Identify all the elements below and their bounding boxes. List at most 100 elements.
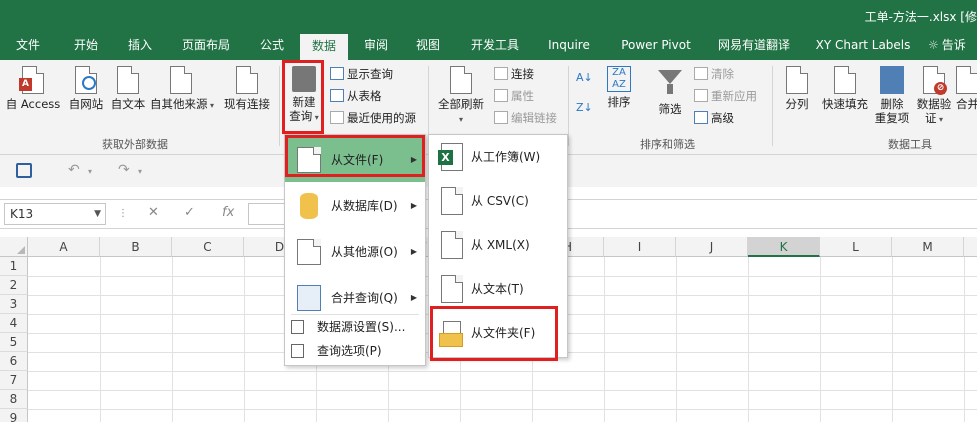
text-to-columns-button[interactable]: 分列 [780,66,814,111]
connections-button[interactable]: 连接 [494,67,534,81]
undo-icon[interactable]: ↶ [68,162,80,178]
from-web-label: 自网站 [68,97,104,111]
menu-from-csv[interactable]: 从 CSV(C) [429,179,567,223]
column-header-partial[interactable] [964,237,977,257]
recent-sources-button[interactable]: 最近使用的源 [330,111,416,125]
chevron-right-icon: ▶ [410,155,417,164]
from-other-sources-button[interactable]: 自其他来源 ▾ [150,66,214,113]
connections-doc-icon [236,66,258,94]
tell-me-label: 告诉 [941,38,966,52]
refresh-all-button[interactable]: 全部刷新 ▾ [434,66,488,127]
advanced-filter-button[interactable]: 高级 [694,111,734,125]
column-header[interactable]: I [604,237,676,257]
show-queries-button[interactable]: 显示查询 [330,67,393,81]
tab-review[interactable]: 审阅 [354,33,398,60]
tab-home[interactable]: 开始 [64,33,108,60]
save-icon[interactable] [16,163,32,178]
sort-za-icon: Z↓ [576,101,593,114]
menu-from-other-sources[interactable]: 从其他源(O) ▶ [285,230,425,274]
data-validation-label-2: 证 [924,111,937,125]
file-icon [297,147,321,173]
flash-fill-button[interactable]: 快速填充 [818,66,872,111]
menu-query-options[interactable]: 查询选项(P) [285,339,425,363]
column-header[interactable]: C [172,237,244,257]
filter-label: 筛选 [658,102,682,116]
column-header[interactable]: J [676,237,748,257]
menu-from-text[interactable]: 从文本(T) [429,267,567,311]
tab-data[interactable]: 数据 [300,34,348,60]
settings-doc-icon [291,320,304,334]
tab-youdao-translate[interactable]: 网易有道翻译 [706,33,802,60]
row-header[interactable]: 1 [0,257,28,276]
tab-xy-chart-labels[interactable]: XY Chart Labels [808,33,918,60]
tab-page-layout[interactable]: 页面布局 [172,33,240,60]
new-query-button[interactable]: 新建 查询 ▾ [284,66,324,125]
existing-connections-button[interactable]: 现有连接 [220,66,274,111]
redo-dropdown-icon[interactable]: ▾ [138,167,142,176]
row-header[interactable]: 9 [0,409,28,422]
recent-sources-label: 最近使用的源 [347,111,416,125]
column-header[interactable]: B [100,237,172,257]
new-query-icon [292,66,316,92]
sort-ascending-button[interactable]: A↓ [576,70,593,85]
row-header[interactable]: 3 [0,295,28,314]
filter-button[interactable]: 筛选 [650,66,690,116]
other-sources-icon [170,66,192,94]
menu-from-folder[interactable]: 从文件夹(F) [429,311,567,355]
menu-data-source-settings[interactable]: 数据源设置(S)... [285,315,425,339]
data-validation-button[interactable]: ⊘ 数据验 证 ▾ [914,66,954,127]
tab-insert[interactable]: 插入 [118,33,162,60]
cancel-icon[interactable]: ✕ [148,205,159,220]
redo-icon[interactable]: ↷ [118,162,130,178]
column-header-selected[interactable]: K [748,237,820,257]
name-box[interactable]: K13 ▼ [4,203,106,225]
formula-input[interactable] [248,203,288,225]
data-validation-icon: ⊘ [923,66,947,95]
grid-line [28,409,977,410]
tab-inquire[interactable]: Inquire [538,33,600,60]
row-header[interactable]: 4 [0,314,28,333]
advanced-filter-label: 高级 [711,111,734,125]
insert-function-icon[interactable]: fx [222,205,234,220]
row-header[interactable]: 2 [0,276,28,295]
existing-connections-label: 现有连接 [224,97,270,111]
undo-dropdown-icon[interactable]: ▾ [88,167,92,176]
sort-button[interactable]: ZA AZ 排序 [602,66,636,109]
from-web-button[interactable]: 自网站 [64,66,108,111]
tab-developer[interactable]: 开发工具 [462,33,528,60]
tab-view[interactable]: 视图 [406,33,450,60]
row-header[interactable]: 5 [0,333,28,352]
from-table-label: 从表格 [347,89,382,103]
row-header[interactable]: 8 [0,390,28,409]
remove-duplicates-button[interactable]: 删除 重复项 [872,66,912,125]
tab-file[interactable]: 文件 [6,33,50,60]
from-table-button[interactable]: 从表格 [330,89,382,103]
from-text-button[interactable]: 自文本 [108,66,148,111]
consolidate-button[interactable]: 合并 [956,66,977,111]
sort-descending-button[interactable]: Z↓ [576,100,593,115]
column-header[interactable]: M [892,237,964,257]
text-file-icon [441,275,463,303]
grid-line [964,257,965,422]
row-header[interactable]: 7 [0,371,28,390]
menu-from-workbook[interactable]: X 从工作簿(W) [429,135,567,179]
link-icon [494,67,508,80]
edit-links-icon [494,111,508,124]
grid-line [172,257,173,422]
enter-icon[interactable]: ✓ [184,205,195,220]
reapply-button: 重新应用 [694,89,757,103]
column-header[interactable]: L [820,237,892,257]
tab-power-pivot[interactable]: Power Pivot [610,33,702,60]
column-header[interactable]: A [28,237,100,257]
tab-tell-me[interactable]: ☼ 告诉 [928,33,977,60]
menu-from-database[interactable]: 从数据库(D) ▶ [285,184,425,228]
menu-from-file[interactable]: 从文件(F) ▶ [285,138,425,182]
select-all-corner[interactable] [0,237,28,257]
grid-line [676,257,677,422]
grid-icon [330,89,344,102]
edit-links-label: 编辑链接 [511,111,557,125]
tab-formulas[interactable]: 公式 [250,33,294,60]
row-header[interactable]: 6 [0,352,28,371]
from-access-button[interactable]: A 自 Access [4,66,62,111]
menu-from-xml[interactable]: 从 XML(X) [429,223,567,267]
